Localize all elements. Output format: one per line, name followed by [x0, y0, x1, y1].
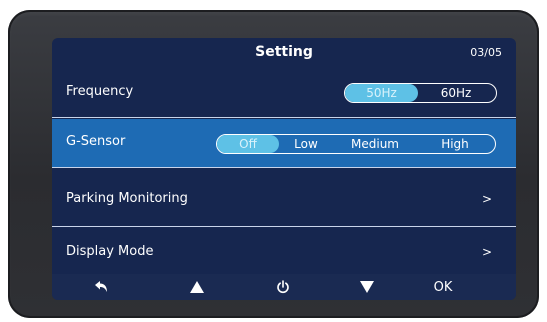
ok-button[interactable]: OK [423, 274, 463, 300]
frequency-option-60hz[interactable]: 60Hz [418, 84, 494, 102]
divider [52, 226, 516, 227]
row-g-sensor[interactable]: G-Sensor Off Low Medium High [52, 119, 516, 167]
up-arrow-icon [190, 281, 204, 293]
parking-monitoring-label: Parking Monitoring [66, 191, 188, 206]
back-button[interactable] [87, 274, 117, 300]
frequency-label: Frequency [66, 84, 134, 99]
divider [52, 167, 516, 168]
power-button[interactable] [268, 274, 298, 300]
footer-button-bar: OK [52, 274, 516, 300]
down-arrow-icon [360, 281, 374, 293]
g-sensor-label: G-Sensor [66, 134, 126, 149]
g-sensor-option-high[interactable]: High [417, 135, 493, 153]
page-title: Setting [255, 44, 313, 60]
chevron-right-icon: > [481, 192, 492, 206]
power-icon [277, 280, 289, 294]
display-mode-label: Display Mode [66, 244, 154, 259]
frequency-option-50hz[interactable]: 50Hz [345, 84, 418, 102]
header: Setting 03/05 [52, 38, 516, 68]
page-counter: 03/05 [470, 46, 502, 59]
g-sensor-option-medium[interactable]: Medium [333, 135, 417, 153]
back-icon [95, 281, 107, 292]
row-display-mode[interactable]: Display Mode > [52, 231, 516, 275]
g-sensor-selector[interactable]: Off Low Medium High [216, 134, 496, 154]
up-button[interactable] [182, 274, 212, 300]
settings-screen: Setting 03/05 Frequency 50Hz 60Hz G-Sens… [52, 38, 516, 300]
chevron-right-icon: > [481, 245, 492, 259]
down-button[interactable] [352, 274, 382, 300]
divider [52, 117, 516, 118]
row-frequency[interactable]: Frequency 50Hz 60Hz [52, 71, 516, 115]
frequency-selector[interactable]: 50Hz 60Hz [344, 83, 497, 103]
g-sensor-option-off[interactable]: Off [217, 135, 279, 153]
g-sensor-option-low[interactable]: Low [279, 135, 333, 153]
row-parking-monitoring[interactable]: Parking Monitoring > [52, 178, 516, 222]
ok-label: OK [433, 279, 453, 295]
